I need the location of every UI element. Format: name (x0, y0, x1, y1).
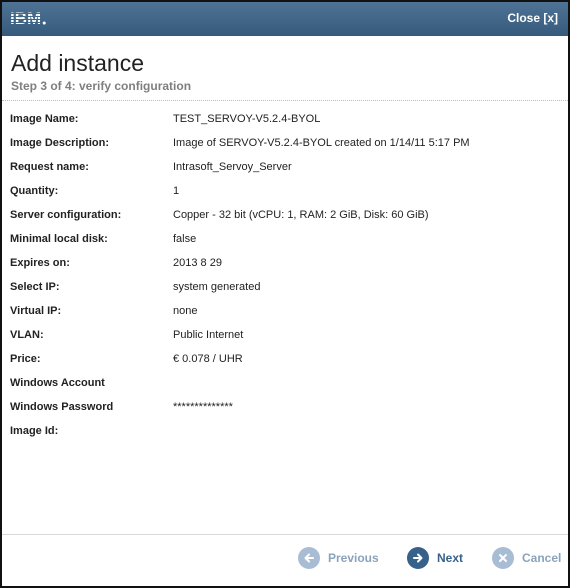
detail-value: TEST_SERVOY-V5.2.4-BYOL (173, 113, 321, 125)
page-title: Add instance (11, 50, 144, 76)
title-bar: IBM ● Close [x] (2, 2, 568, 36)
detail-row-minimal-local-disk: Minimal local disk: false (10, 233, 560, 257)
detail-value: Image of SERVOY-V5.2.4-BYOL created on 1… (173, 137, 470, 149)
detail-label: Expires on: (10, 257, 70, 269)
detail-row-quantity: Quantity: 1 (10, 185, 560, 209)
detail-label: Server configuration: (10, 209, 122, 221)
configuration-details: Image Name: TEST_SERVOY-V5.2.4-BYOL Imag… (10, 113, 560, 449)
detail-row-image-id: Image Id: (10, 425, 560, 449)
previous-button[interactable]: Previous (298, 544, 379, 572)
previous-label: Previous (328, 551, 379, 565)
detail-row-virtual-ip: Virtual IP: none (10, 305, 560, 329)
cancel-label: Cancel (522, 551, 562, 565)
detail-row-windows-password: Windows Password ************** (10, 401, 560, 425)
next-label: Next (437, 551, 464, 565)
detail-label: Price: (10, 353, 41, 365)
detail-label: Image Description: (10, 137, 110, 149)
detail-label: Select IP: (10, 281, 60, 293)
arrow-right-icon (407, 547, 429, 569)
detail-value: 1 (173, 185, 180, 197)
detail-value: 2013 8 29 (173, 257, 222, 269)
detail-row-server-configuration: Server configuration: Copper - 32 bit (v… (10, 209, 560, 233)
detail-row-select-ip: Select IP: system generated (10, 281, 560, 305)
detail-row-image-description: Image Description: Image of SERVOY-V5.2.… (10, 137, 560, 161)
step-subtitle: Step 3 of 4: verify configuration (11, 79, 192, 93)
header-divider (2, 100, 568, 101)
detail-label: Windows Account (10, 377, 105, 389)
detail-row-price: Price: € 0.078 / UHR (10, 353, 560, 377)
cancel-button[interactable]: Cancel (492, 544, 561, 572)
next-button[interactable]: Next (407, 544, 463, 572)
detail-label: Windows Password (10, 401, 114, 413)
detail-row-windows-account: Windows Account (10, 377, 560, 401)
ibm-logo-text: IBM (10, 9, 42, 28)
detail-value: ************** (173, 401, 233, 413)
detail-label: Image Id: (10, 425, 59, 437)
x-icon (492, 547, 514, 569)
detail-label: VLAN: (10, 329, 44, 341)
detail-label: Minimal local disk: (10, 233, 108, 245)
detail-row-request-name: Request name: Intrasoft_Servoy_Server (10, 161, 560, 185)
detail-value: € 0.078 / UHR (173, 353, 243, 365)
detail-row-vlan: VLAN: Public Internet (10, 329, 560, 353)
detail-value: system generated (173, 281, 261, 293)
detail-label: Quantity: (10, 185, 59, 197)
detail-value: Intrasoft_Servoy_Server (173, 161, 292, 173)
add-instance-dialog: IBM ● Close [x] Add instance Step 3 of 4… (0, 0, 570, 588)
detail-row-expires-on: Expires on: 2013 8 29 (10, 257, 560, 281)
detail-value: Copper - 32 bit (vCPU: 1, RAM: 2 GiB, Di… (173, 209, 429, 221)
detail-value: Public Internet (173, 329, 244, 341)
arrow-left-icon (298, 547, 320, 569)
detail-value: none (173, 305, 198, 317)
ibm-logo: IBM ● (10, 9, 47, 28)
detail-label: Request name: (10, 161, 89, 173)
detail-label: Virtual IP: (10, 305, 62, 317)
logo-trademark-dot: ● (42, 19, 47, 27)
close-button[interactable]: Close [x] (507, 11, 558, 25)
detail-row-image-name: Image Name: TEST_SERVOY-V5.2.4-BYOL (10, 113, 560, 137)
detail-label: Image Name: (10, 113, 79, 125)
footer-divider (2, 534, 568, 535)
detail-value: false (173, 233, 197, 245)
